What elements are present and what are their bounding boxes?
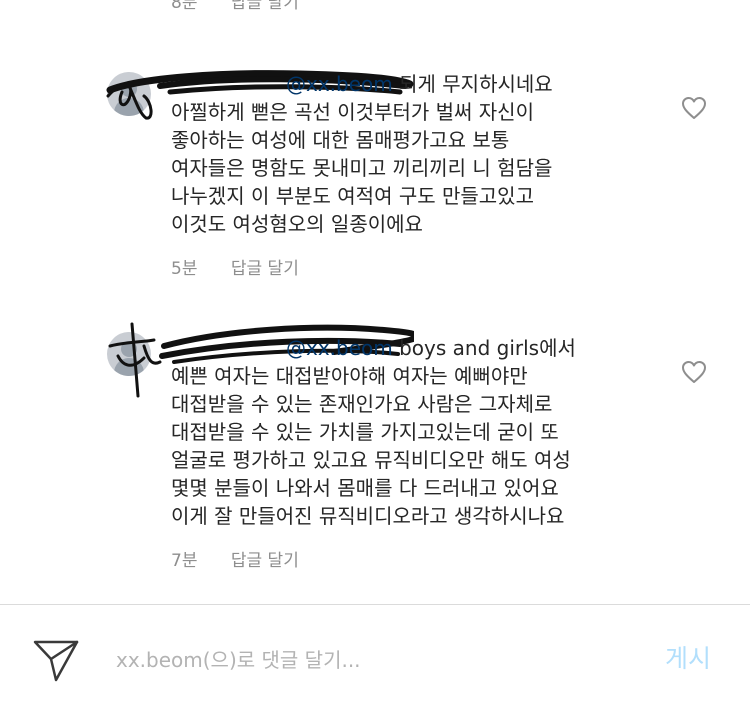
comment-text-line: 이게 잘 만들어진 뮤직비디오라고 생각하시나요 [171, 504, 565, 528]
previous-comment-reply-button[interactable]: 답글 달기 [231, 0, 299, 13]
comment-meta: 7분 답글 달기 [171, 546, 299, 571]
comment-text-line: 대접받을 수 있는 존재인가요 사람은 그자체로 [171, 392, 553, 416]
avatar[interactable] [107, 332, 151, 376]
reply-button[interactable]: 답글 달기 [231, 551, 299, 571]
previous-comment-time: 8분 [171, 0, 198, 13]
comment-time: 7분 [171, 551, 198, 571]
comment-text-line: 아찔하게 뻗은 곡선 이것부터가 벌써 자신이 [171, 100, 534, 124]
comment-composer: 게시 [0, 605, 750, 709]
comment-text-line: 여자들은 명함도 못내미고 끼리끼리 니 험담을 [171, 156, 553, 180]
comment-text-line: 예쁜 여자는 대접받아야해 여자는 예뻐야만 [171, 364, 528, 388]
comment-text: @xx.beom boys and girls에서 예쁜 여자는 대접받아야해 … [171, 334, 641, 530]
avatar[interactable] [107, 72, 151, 116]
mention-link[interactable]: @xx.beom [286, 72, 393, 96]
comment-text-line: boys and girls에서 [399, 336, 576, 360]
comment-text-line: 좋아하는 여성에 대한 몸매평가고요 보통 [171, 128, 510, 152]
comment-text-line: 나누겠지 이 부분도 여적여 구도 만들고있고 [171, 184, 534, 208]
comment-text-line: 대접받을 수 있는 가치를 가지고있는데 굳이 또 [171, 420, 559, 444]
comment-text-line: 얼굴로 평가하고 있고요 뮤직비디오만 해도 여성 [171, 448, 571, 472]
comment-input[interactable] [114, 643, 638, 677]
comment-text-line: 몇몇 분들이 나와서 몸매를 다 드러내고 있어요 [171, 476, 559, 500]
comment-text: @xx.beom 되게 무지하시네요 아찔하게 뻗은 곡선 이것부터가 벌써 자… [171, 70, 641, 238]
reply-button[interactable]: 답글 달기 [231, 259, 299, 279]
like-heart-icon[interactable] [681, 96, 707, 120]
previous-comment-meta: 8분 답글 달기 [171, 0, 299, 13]
comment-text-line: 이것도 여성혐오의 일종이에요 [171, 212, 423, 236]
like-heart-icon[interactable] [681, 360, 707, 384]
mention-link[interactable]: @xx.beom [286, 336, 393, 360]
post-button[interactable]: 게시 [665, 639, 711, 675]
comment-time: 5분 [171, 259, 198, 279]
direct-send-icon[interactable] [32, 636, 80, 684]
comment-text-line: 되게 무지하시네요 [399, 72, 553, 96]
comment-meta: 5분 답글 달기 [171, 254, 299, 279]
